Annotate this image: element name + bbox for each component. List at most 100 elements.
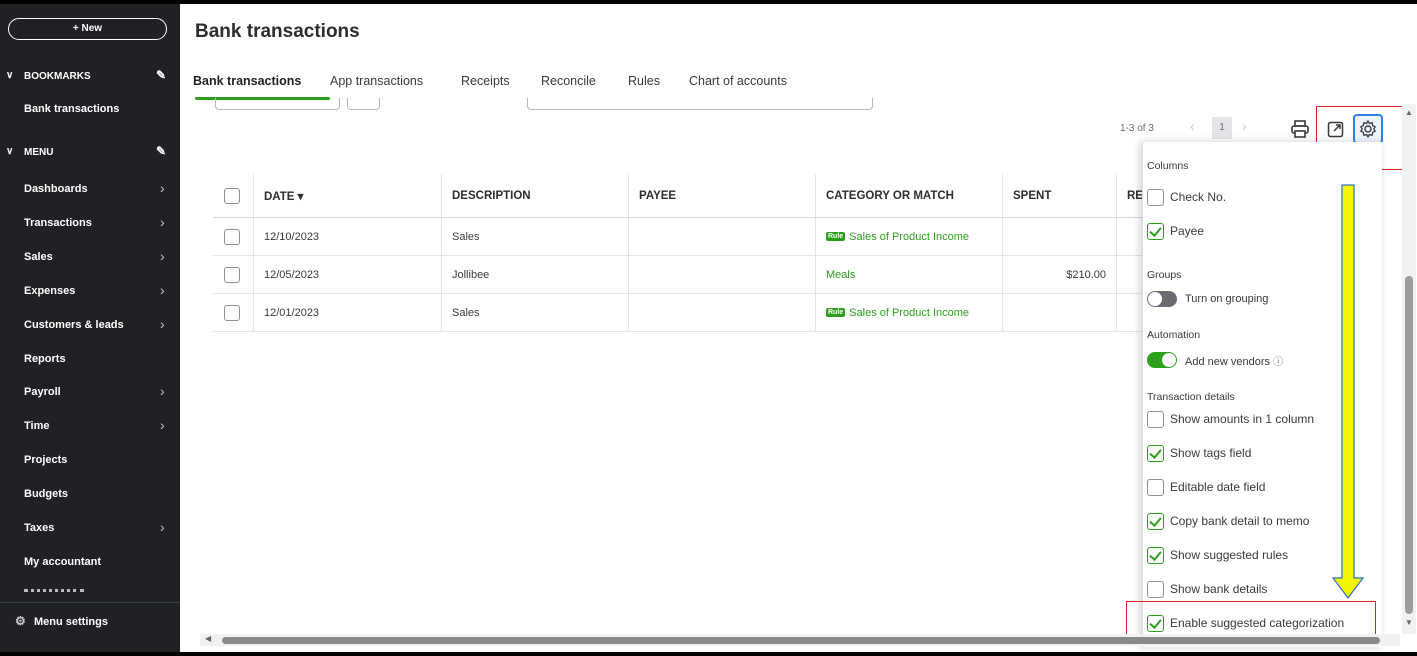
select-all-cell: [213, 174, 253, 217]
header-category[interactable]: CATEGORY OR MATCH: [815, 174, 1002, 217]
date-filter[interactable]: [347, 98, 380, 110]
main-content: Bank transactions Bank transactions App t…: [180, 4, 1417, 652]
account-filter[interactable]: [215, 98, 340, 110]
gear-icon: ⚙: [15, 614, 26, 628]
date-text: 12/01/2023: [264, 306, 320, 319]
payee-checkbox[interactable]: [1147, 223, 1164, 240]
print-icon[interactable]: [1290, 119, 1310, 139]
sidebar-item-payroll[interactable]: Payroll ›: [0, 380, 180, 406]
vertical-scrollbar[interactable]: ▲ ▼: [1402, 104, 1416, 634]
sidebar-item-taxes[interactable]: Taxes ›: [0, 516, 180, 542]
cell-received: [1116, 218, 1143, 255]
cell-spent: [1002, 294, 1116, 331]
show-amounts-label: Show amounts in 1 column: [1170, 412, 1315, 426]
sidebar-item-label: Reports: [24, 352, 66, 365]
sidebar-item-expenses[interactable]: Expenses ›: [0, 279, 180, 305]
chevron-down-icon: ∨: [6, 70, 14, 81]
cell-payee: [628, 218, 815, 255]
row-checkbox[interactable]: [224, 228, 240, 245]
category-link[interactable]: Sales of Product Income: [849, 307, 969, 319]
sidebar-item-transactions[interactable]: Transactions ›: [0, 211, 180, 237]
gear-icon: [1360, 120, 1376, 138]
vendors-toggle-label: Add new vendors ⓘ: [1185, 356, 1284, 368]
sidebar-item-reports[interactable]: Reports: [0, 347, 180, 373]
row-checkbox[interactable]: [224, 266, 240, 283]
menu-settings-button[interactable]: ⚙ Menu settings: [0, 602, 180, 642]
vendors-toggle[interactable]: [1147, 352, 1177, 368]
sidebar-item-budgets[interactable]: Budgets: [0, 482, 180, 508]
show-tags-checkbox[interactable]: [1147, 445, 1164, 462]
pencil-icon[interactable]: ✎: [156, 144, 166, 158]
sidebar-item-label: Expenses: [24, 284, 76, 297]
chevron-right-icon: ›: [160, 519, 165, 535]
export-icon[interactable]: [1327, 120, 1345, 138]
cell-description: Jollibee: [441, 256, 628, 293]
header-description[interactable]: DESCRIPTION: [441, 174, 628, 217]
cell-spent: $210.00: [1002, 256, 1116, 293]
sidebar-item-partial: [24, 588, 124, 593]
bookmarks-section-header[interactable]: ∨ BOOKMARKS ✎: [0, 66, 180, 88]
tab-bank-transactions[interactable]: Bank transactions: [193, 74, 301, 88]
horizontal-scrollbar[interactable]: ◀: [200, 634, 1400, 646]
info-icon[interactable]: ⓘ: [1273, 357, 1283, 368]
page-number[interactable]: 1: [1212, 117, 1232, 139]
header-payee[interactable]: PAYEE: [628, 174, 815, 217]
editable-date-checkbox[interactable]: [1147, 479, 1164, 496]
sidebar-item-label: Time: [24, 420, 50, 433]
row-select-cell: [213, 218, 253, 255]
menu-section-header[interactable]: ∨ MENU ✎: [0, 142, 180, 164]
row-checkbox[interactable]: [224, 304, 240, 321]
bookmarks-label: BOOKMARKS: [24, 71, 91, 82]
tab-chart-of-accounts[interactable]: Chart of accounts: [689, 74, 787, 88]
copy-detail-checkbox[interactable]: [1147, 513, 1164, 530]
tab-reconcile[interactable]: Reconcile: [541, 74, 596, 88]
category-link[interactable]: Meals: [826, 269, 855, 281]
bookmark-bank-transactions[interactable]: Bank transactions: [0, 97, 180, 123]
sidebar-item-projects[interactable]: Projects: [0, 448, 180, 474]
settings-gear-button[interactable]: [1353, 114, 1383, 144]
show-amounts-checkbox[interactable]: [1147, 411, 1164, 428]
search-field[interactable]: [527, 98, 873, 110]
prev-page-button[interactable]: ‹: [1190, 118, 1195, 134]
pencil-icon[interactable]: ✎: [156, 68, 166, 82]
header-received[interactable]: RE: [1116, 174, 1143, 217]
table-row[interactable]: 12/01/2023 Sales Rule Sales of Product Inco…: [213, 294, 1143, 332]
table-row[interactable]: 12/10/2023 Sales Rule Sales of Product Inco…: [213, 218, 1143, 256]
next-page-button[interactable]: ›: [1242, 118, 1247, 134]
chevron-right-icon: ›: [160, 213, 165, 230]
category-link[interactable]: Sales of Product Income: [849, 231, 969, 243]
bank-details-checkbox[interactable]: [1147, 581, 1164, 598]
table-row[interactable]: 12/05/2023 Jollibee Meals $210.00: [213, 256, 1143, 294]
grouping-toggle[interactable]: [1147, 291, 1177, 307]
sidebar-item-time[interactable]: Time ›: [0, 414, 180, 440]
header-date[interactable]: DATE ▾: [253, 174, 441, 217]
scroll-left-icon[interactable]: ◀: [205, 634, 211, 643]
sidebar-item-sales[interactable]: Sales ›: [0, 245, 180, 271]
spent-amount: $210.00: [1066, 268, 1106, 281]
new-button[interactable]: + New: [8, 18, 167, 40]
check-no-label: Check No.: [1170, 190, 1227, 204]
chevron-right-icon: ›: [160, 180, 165, 196]
tab-receipts[interactable]: Receipts: [461, 74, 510, 88]
horizontal-scroll-thumb[interactable]: [222, 637, 1380, 644]
cell-received: [1116, 294, 1143, 331]
check-no-checkbox[interactable]: [1147, 189, 1164, 206]
tab-app-transactions[interactable]: App transactions: [330, 74, 423, 88]
columns-heading: Columns: [1147, 160, 1189, 172]
scroll-up-icon[interactable]: ▲: [1405, 108, 1413, 117]
bookmark-label: Bank transactions: [24, 103, 120, 115]
sidebar-item-customers-leads[interactable]: Customers & leads ›: [0, 313, 180, 339]
suggested-categorization-checkbox[interactable]: [1147, 615, 1164, 632]
show-tags-label: Show tags field: [1170, 446, 1252, 460]
select-all-checkbox[interactable]: [224, 187, 240, 204]
tab-rules[interactable]: Rules: [628, 74, 660, 88]
editable-date-label: Editable date field: [1170, 480, 1266, 494]
sidebar-item-my-accountant[interactable]: My accountant: [0, 550, 180, 576]
scroll-down-icon[interactable]: ▼: [1405, 618, 1413, 627]
automation-heading: Automation: [1147, 329, 1201, 341]
menu-settings-label: Menu settings: [34, 616, 108, 628]
vertical-scroll-thumb[interactable]: [1405, 276, 1413, 614]
header-spent[interactable]: SPENT: [1002, 174, 1116, 217]
sidebar-item-dashboards[interactable]: Dashboards ›: [0, 177, 180, 203]
suggested-rules-checkbox[interactable]: [1147, 547, 1164, 564]
